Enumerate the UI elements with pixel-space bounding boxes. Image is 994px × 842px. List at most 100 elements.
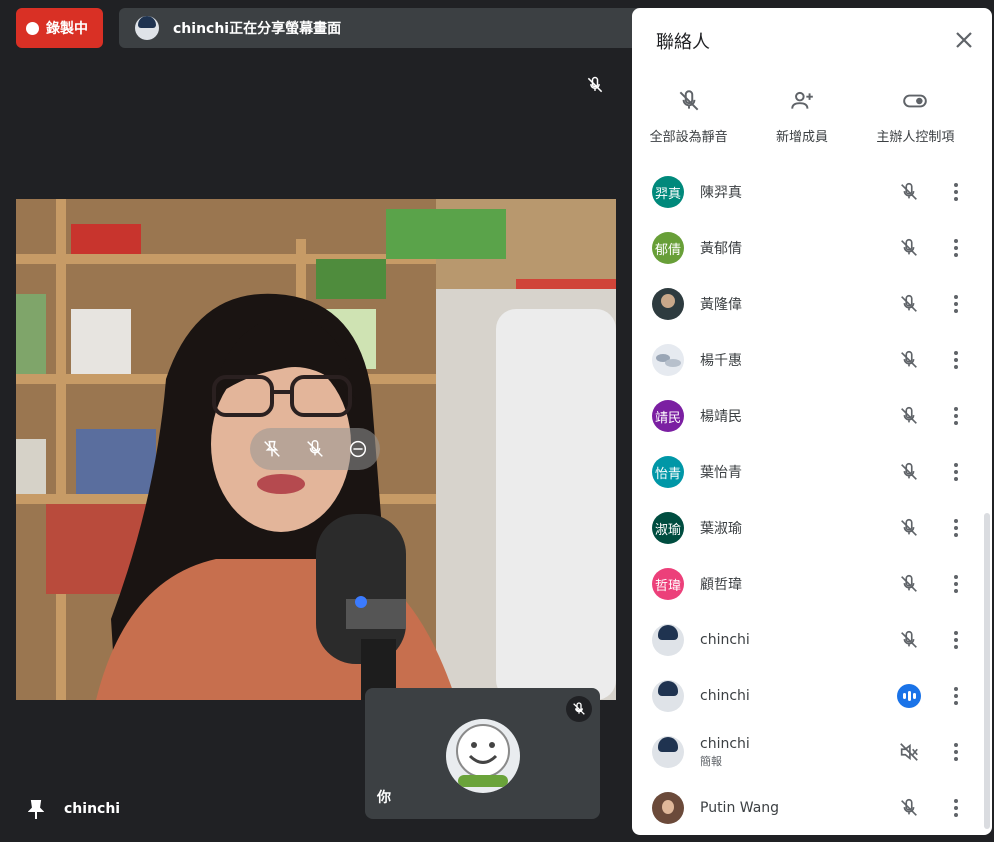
self-video-tile[interactable]: 你: [365, 688, 600, 819]
participant-avatar: 怡青: [652, 456, 684, 488]
panel-title: 聯絡人: [656, 32, 710, 53]
participant-name: 楊靖民: [700, 409, 742, 425]
participant-row[interactable]: 靖民 楊靖民: [632, 388, 984, 444]
host-controls-button[interactable]: 主辦人控制項: [859, 88, 972, 145]
more-options-icon[interactable]: [944, 740, 968, 764]
mute-participant-button[interactable]: [896, 795, 922, 821]
add-person-icon: [791, 91, 813, 109]
smiley-logo-icon: [456, 724, 510, 787]
participant-row[interactable]: 郁倩 黃郁倩: [632, 220, 984, 276]
participant-avatar: 羿真: [652, 176, 684, 208]
participant-avatar: 淑瑜: [652, 512, 684, 544]
mute-participant-button[interactable]: [896, 571, 922, 597]
more-options-icon[interactable]: [944, 628, 968, 652]
mic-off-icon[interactable]: [304, 438, 326, 460]
self-mic-status: [566, 696, 592, 722]
screen-share-banner: chinchi正在分享螢幕畫面: [119, 8, 639, 48]
mute-participant-button[interactable]: [896, 403, 922, 429]
more-options-icon[interactable]: [944, 292, 968, 316]
participant-name-block: 葉淑瑜: [700, 518, 896, 538]
participant-name-block: 顧哲瑋: [700, 574, 896, 594]
participant-name-block: 楊千惠: [700, 350, 896, 370]
screen-share-text: chinchi正在分享螢幕畫面: [173, 21, 342, 37]
participant-avatar: 靖民: [652, 400, 684, 432]
speaking-indicator-icon: [897, 684, 921, 708]
recording-label: 錄製中: [46, 21, 88, 37]
remove-icon[interactable]: [347, 438, 369, 460]
audio-level-bar: [902, 693, 906, 699]
mute-participant-button[interactable]: [896, 347, 922, 373]
participant-row[interactable]: 楊千惠: [632, 332, 984, 388]
clouds-image: [656, 354, 681, 367]
more-options-icon[interactable]: [944, 572, 968, 596]
more-options-icon[interactable]: [944, 236, 968, 260]
audio-level-bar: [912, 693, 916, 699]
participant-row[interactable]: 怡青 葉怡青: [632, 444, 984, 500]
participant-avatar: [652, 624, 684, 656]
participant-name: 黃隆偉: [700, 297, 742, 313]
panel-scrollbar[interactable]: [984, 513, 990, 829]
more-options-icon[interactable]: [944, 348, 968, 372]
mute-participant-button[interactable]: [896, 235, 922, 261]
participant-avatar: [652, 736, 684, 768]
participant-name: 葉怡青: [700, 465, 742, 481]
more-options-icon[interactable]: [944, 404, 968, 428]
pin-icon[interactable]: [28, 800, 44, 820]
participant-name-block: 黃郁倩: [700, 238, 896, 258]
recording-indicator[interactable]: 錄製中: [16, 8, 103, 48]
mute-all-icon: [679, 90, 699, 111]
participant-row[interactable]: Putin Wang: [632, 780, 984, 835]
video-overlay-controls: [250, 428, 380, 470]
mute-participant-button[interactable]: [896, 459, 922, 485]
mute-all-button[interactable]: 全部設為靜音: [632, 88, 745, 145]
more-options-icon[interactable]: [944, 180, 968, 204]
add-people-label: 新增成員: [775, 130, 828, 145]
panel-actions: 全部設為靜音 新增成員 主辦人控制項: [632, 88, 972, 145]
close-icon[interactable]: [952, 28, 976, 52]
more-options-icon[interactable]: [944, 460, 968, 484]
mic-off-icon: [901, 574, 917, 592]
pin-off-icon[interactable]: [261, 438, 283, 460]
pinned-participant-name: chinchi: [64, 801, 121, 817]
mute-participant-button[interactable]: [896, 291, 922, 317]
mute-all-label: 全部設為靜音: [649, 130, 728, 145]
participant-name: chinchi: [700, 688, 750, 704]
participant-name: Putin Wang: [700, 800, 780, 816]
volume-off-icon: [900, 743, 918, 761]
mute-participant-button[interactable]: [896, 627, 922, 653]
participant-row[interactable]: 哲瑋 顧哲瑋: [632, 556, 984, 612]
participant-name: 葉淑瑜: [700, 521, 742, 537]
mic-off-icon: [901, 294, 917, 312]
participant-name: 顧哲瑋: [700, 577, 742, 593]
more-options-icon[interactable]: [944, 796, 968, 820]
participant-avatar: [652, 680, 684, 712]
participant-name-block: 黃隆偉: [700, 294, 896, 314]
participant-row[interactable]: chinchi: [632, 612, 984, 668]
more-options-icon[interactable]: [944, 684, 968, 708]
participant-name-block: 葉怡青: [700, 462, 896, 482]
add-people-button[interactable]: 新增成員: [745, 88, 858, 145]
main-video-feed[interactable]: [16, 199, 616, 700]
mute-participant-button[interactable]: [896, 179, 922, 205]
participant-row[interactable]: chinchi 簡報: [632, 724, 984, 780]
participant-list: 羿真 陳羿真 郁倩 黃郁倩 黃隆偉 楊千惠 靖民 楊靖民 怡青 葉怡青 淑瑜 葉淑瑜 哲瑋 顧哲瑋 chin…: [632, 164, 984, 835]
participant-row[interactable]: 羿真 陳羿真: [632, 164, 984, 220]
mic-off-icon: [901, 462, 917, 480]
people-panel: 聯絡人 全部設為靜音 新增成員 主辦人控制項 羿真陳羿真 郁倩 黃郁倩 黃隆偉 …: [632, 8, 992, 835]
participant-row[interactable]: 淑瑜 葉淑瑜: [632, 500, 984, 556]
participant-row[interactable]: chinchi: [632, 668, 984, 724]
presenter-avatar: [135, 16, 159, 40]
toggle-icon: [903, 94, 928, 108]
mic-off-icon: [901, 238, 917, 256]
more-options-icon[interactable]: [944, 516, 968, 540]
mic-off-icon: [901, 182, 917, 200]
participant-name: chinchi: [700, 632, 750, 648]
participant-name-block: chinchi: [700, 688, 897, 704]
participant-name-block: Putin Wang: [700, 800, 896, 816]
mic-off-icon: [901, 350, 917, 368]
mute-participant-button[interactable]: [896, 515, 922, 541]
participant-row[interactable]: 黃隆偉: [632, 276, 984, 332]
mic-off-icon: [901, 798, 917, 816]
mic-off-icon: [901, 406, 917, 424]
audio-off-button[interactable]: [896, 739, 922, 765]
